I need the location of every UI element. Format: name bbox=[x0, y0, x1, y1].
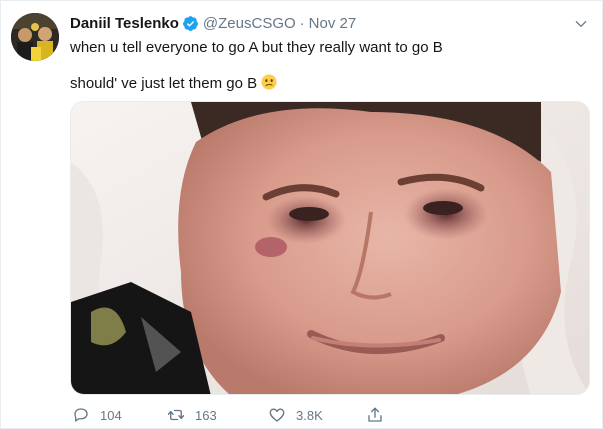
tweet-header: Daniil Teslenko @ZeusCSGO · Nov 27 bbox=[70, 12, 356, 34]
reply-icon bbox=[74, 408, 88, 422]
retweet-button[interactable]: 163 bbox=[167, 406, 217, 424]
avatar-image bbox=[11, 13, 59, 61]
heart-icon bbox=[269, 408, 285, 422]
selfie-photo bbox=[71, 102, 589, 394]
tweet-media-photo[interactable] bbox=[70, 101, 590, 395]
tweet-text-line-1: when u tell everyone to go A but they re… bbox=[70, 39, 443, 56]
header-separator: · bbox=[299, 14, 305, 32]
reply-button[interactable]: 104 bbox=[72, 406, 122, 424]
chevron-down-icon[interactable] bbox=[574, 17, 588, 31]
author-name[interactable]: Daniil Teslenko bbox=[70, 15, 179, 32]
like-count: 3.8K bbox=[296, 407, 323, 423]
tweet-text-line-2-content: should' ve just let them go B bbox=[70, 75, 258, 92]
tweet-card[interactable]: Daniil Teslenko @ZeusCSGO · Nov 27 when … bbox=[0, 0, 603, 429]
author-avatar[interactable] bbox=[11, 13, 59, 61]
like-button[interactable]: 3.8K bbox=[268, 406, 323, 424]
retweet-count: 163 bbox=[195, 407, 217, 423]
tweet-actions: 104 163 3.8K bbox=[70, 404, 590, 426]
verified-badge-icon bbox=[182, 15, 198, 31]
share-icon bbox=[368, 407, 382, 422]
confused-face-emoji bbox=[261, 74, 277, 90]
tweet-text-line-2: should' ve just let them go B bbox=[70, 74, 277, 94]
author-handle[interactable]: @ZeusCSGO bbox=[203, 15, 296, 32]
reply-count: 104 bbox=[100, 407, 122, 423]
retweet-icon bbox=[167, 409, 185, 421]
tweet-date[interactable]: Nov 27 bbox=[309, 15, 357, 32]
share-button[interactable] bbox=[366, 406, 384, 424]
